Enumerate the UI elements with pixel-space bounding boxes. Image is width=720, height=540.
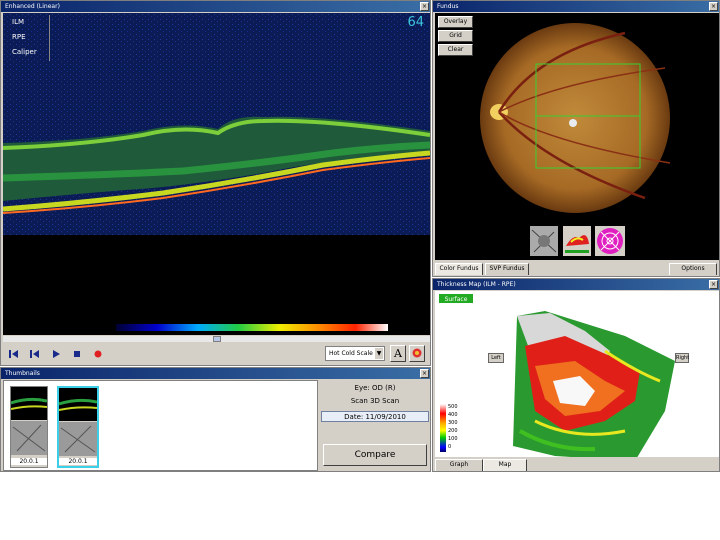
thickness-map-window: Thickness Map (ILM - RPE) × Surface Left… xyxy=(432,278,720,472)
thickness-3d-view[interactable]: Surface Left Right 500 400 300 200 100 0 xyxy=(435,291,719,461)
fundus-image-area[interactable]: Overlay Grid Clear xyxy=(435,13,719,260)
thumbnail-strip: 20.0.1 20.0.1 xyxy=(3,380,318,471)
thumbnail-label: 20.0.1 xyxy=(59,458,97,465)
grid-button[interactable]: Grid xyxy=(438,30,473,42)
play-icon[interactable] xyxy=(51,349,61,359)
color-palette-button[interactable] xyxy=(409,345,425,362)
etdrs-grid-thumbnail[interactable] xyxy=(595,226,625,256)
legend-value: 200 xyxy=(448,428,458,434)
tab-map[interactable]: Map xyxy=(483,459,527,471)
legend-value: 300 xyxy=(448,420,458,426)
surface-label[interactable]: Surface xyxy=(438,293,474,304)
skip-back-icon[interactable] xyxy=(9,349,19,359)
oct-scan-window: Enhanced (Linear) × ILM RPE Caliper 64 H… xyxy=(0,0,431,366)
thumbnails-title: Thumbnails xyxy=(5,370,40,377)
thumbnails-titlebar[interactable]: Thumbnails × xyxy=(1,368,430,379)
annotation-text-button[interactable]: A xyxy=(390,345,406,362)
eye-info: Eye: OD (R) xyxy=(354,384,396,392)
close-icon[interactable]: × xyxy=(709,2,718,11)
frame-number: 64 xyxy=(407,15,424,30)
display-mode-value: Hot Cold Scale xyxy=(329,350,373,357)
overlay-list: ILM RPE Caliper xyxy=(5,15,50,61)
close-icon[interactable]: × xyxy=(709,280,718,289)
oct-scan-title: Enhanced (Linear) xyxy=(5,3,60,10)
overlay-rpe[interactable]: RPE xyxy=(12,33,49,41)
legend-gradient xyxy=(440,404,446,452)
fundus-photo xyxy=(480,23,671,213)
tab-svp-fundus[interactable]: SVP Fundus xyxy=(485,263,529,275)
scan-info-panel: Eye: OD (R) Scan 3D Scan Date: 11/09/201… xyxy=(321,380,429,471)
thumbnail-label: 20.0.1 xyxy=(11,458,47,465)
playback-toolbar: Hot Cold Scale ▼ A xyxy=(3,343,430,365)
legend-value: 400 xyxy=(448,412,458,418)
fundus-title: Fundus xyxy=(437,3,459,10)
fundus-tabbar: Color Fundus SVP Fundus Options xyxy=(433,262,719,276)
oct-bscan-image xyxy=(2,13,430,335)
clear-button[interactable]: Clear xyxy=(438,44,473,56)
right-orientation-label: Right xyxy=(675,353,690,363)
legend-value: 500 xyxy=(448,404,458,410)
close-icon[interactable]: × xyxy=(420,2,429,11)
overlay-ilm[interactable]: ILM xyxy=(12,18,49,26)
overlay-button[interactable]: Overlay xyxy=(438,16,473,28)
thickness-3d-surface xyxy=(513,311,675,461)
thickness-tabbar: Graph Map xyxy=(433,458,719,471)
tab-graph[interactable]: Graph xyxy=(435,459,483,471)
scan-thumbnail-2[interactable]: 20.0.1 xyxy=(57,386,99,468)
hot-cold-scale-bar xyxy=(116,324,388,331)
oct-scan-titlebar[interactable]: Enhanced (Linear) × xyxy=(1,1,430,12)
legend-value: 0 xyxy=(448,444,452,450)
tab-color-fundus[interactable]: Color Fundus xyxy=(435,263,483,275)
frame-scrollbar[interactable] xyxy=(3,336,430,342)
close-icon[interactable]: × xyxy=(420,369,429,378)
palette-icon xyxy=(412,348,422,358)
stop-icon[interactable] xyxy=(72,349,82,359)
thickness-titlebar[interactable]: Thickness Map (ILM - RPE) × xyxy=(433,279,719,290)
legend-value: 100 xyxy=(448,436,458,442)
oct-image-area[interactable]: ILM RPE Caliper 64 xyxy=(2,13,430,335)
left-orientation-label: Left xyxy=(488,353,504,363)
tab-options[interactable]: Options xyxy=(669,263,717,275)
thumbnails-window: Thumbnails × 20.0.1 20.0.1 Eye: OD (R) S… xyxy=(0,367,431,472)
display-mode-select[interactable]: Hot Cold Scale ▼ xyxy=(325,346,385,361)
scan-type-info: Scan 3D Scan xyxy=(350,397,400,405)
scan-thumbnail-1[interactable]: 20.0.1 xyxy=(10,386,48,468)
scrollbar-thumb[interactable] xyxy=(213,336,221,342)
scan-date-info: Date: 11/09/2010 xyxy=(321,411,429,422)
chevron-down-icon[interactable]: ▼ xyxy=(375,348,383,359)
fundus-window: Fundus × Overlay Grid Clear Color Fundus… xyxy=(432,0,720,277)
record-icon[interactable] xyxy=(93,349,103,359)
thickness-thumbnail[interactable] xyxy=(563,226,591,256)
overlay-caliper[interactable]: Caliper xyxy=(12,48,49,56)
scan-thumbnail-image xyxy=(58,388,98,456)
step-back-icon[interactable] xyxy=(30,349,40,359)
compare-button[interactable]: Compare xyxy=(323,444,427,466)
fundus-titlebar[interactable]: Fundus × xyxy=(433,1,719,12)
scan-thumbnail-image xyxy=(10,387,48,455)
thickness-title: Thickness Map (ILM - RPE) xyxy=(437,281,516,288)
gray-fundus-thumbnail[interactable] xyxy=(530,226,558,256)
thickness-legend: 500 400 300 200 100 0 xyxy=(440,404,464,452)
